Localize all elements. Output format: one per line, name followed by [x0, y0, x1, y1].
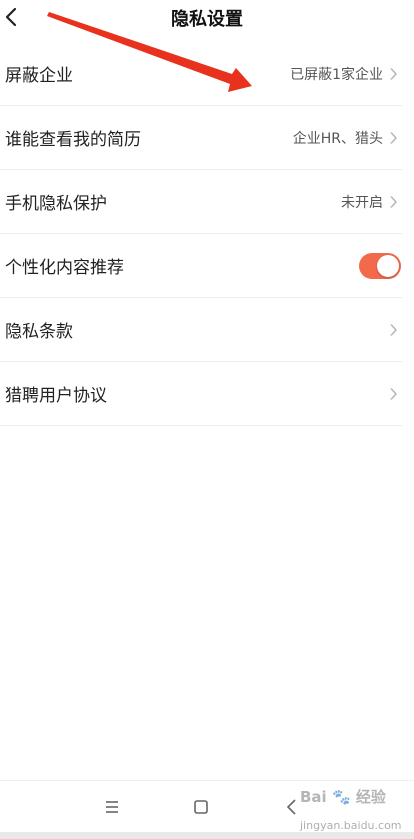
- setting-value: 已屏蔽1家企业: [290, 66, 383, 83]
- chevron-right-icon: [390, 131, 398, 144]
- chevron-right-icon: [390, 195, 398, 208]
- toggle-knob: [377, 254, 399, 277]
- setting-label: 猎聘用户协议: [5, 386, 107, 406]
- setting-label: 屏蔽企业: [5, 66, 73, 86]
- setting-row-privacy-terms[interactable]: 隐私条款: [0, 298, 402, 362]
- menu-icon[interactable]: [100, 795, 124, 819]
- setting-row-personalized-recommendation: 个性化内容推荐: [0, 234, 402, 298]
- setting-row-block-companies[interactable]: 屏蔽企业 已屏蔽1家企业: [0, 42, 402, 106]
- setting-label: 手机隐私保护: [5, 194, 107, 214]
- setting-label: 个性化内容推荐: [5, 258, 124, 278]
- setting-value: 企业HR、猎头: [292, 130, 383, 147]
- header-bar: 隐私设置: [0, 0, 414, 36]
- bottom-strip: [0, 832, 414, 839]
- setting-row-phone-privacy[interactable]: 手机隐私保护 未开启: [0, 170, 402, 234]
- chevron-right-icon: [390, 67, 398, 80]
- setting-row-user-agreement[interactable]: 猎聘用户协议: [0, 362, 402, 426]
- settings-list: 屏蔽企业 已屏蔽1家企业 谁能查看我的简历 企业HR、猎头 手机隐私保护 未开启…: [0, 42, 402, 426]
- privacy-settings-screen: 隐私设置 屏蔽企业 已屏蔽1家企业 谁能查看我的简历 企业HR、猎头 手机隐私保…: [0, 0, 414, 839]
- watermark-site: jingyan.baidu.com: [300, 819, 402, 832]
- chevron-right-icon: [390, 387, 398, 400]
- setting-label: 隐私条款: [5, 322, 73, 342]
- baidu-watermark: Bai 🐾 经验 jingyan.baidu.com: [300, 786, 410, 836]
- page-title: 隐私设置: [171, 9, 243, 30]
- setting-value: 未开启: [341, 194, 383, 211]
- chevron-right-icon: [390, 323, 398, 336]
- personalized-recommendation-toggle[interactable]: [359, 252, 401, 279]
- setting-label: 谁能查看我的简历: [5, 130, 141, 150]
- watermark-brand: Bai 🐾 经验: [300, 788, 386, 806]
- home-square-icon[interactable]: [189, 795, 213, 819]
- paw-icon: 🐾: [331, 788, 351, 806]
- setting-row-resume-visibility[interactable]: 谁能查看我的简历 企业HR、猎头: [0, 106, 402, 170]
